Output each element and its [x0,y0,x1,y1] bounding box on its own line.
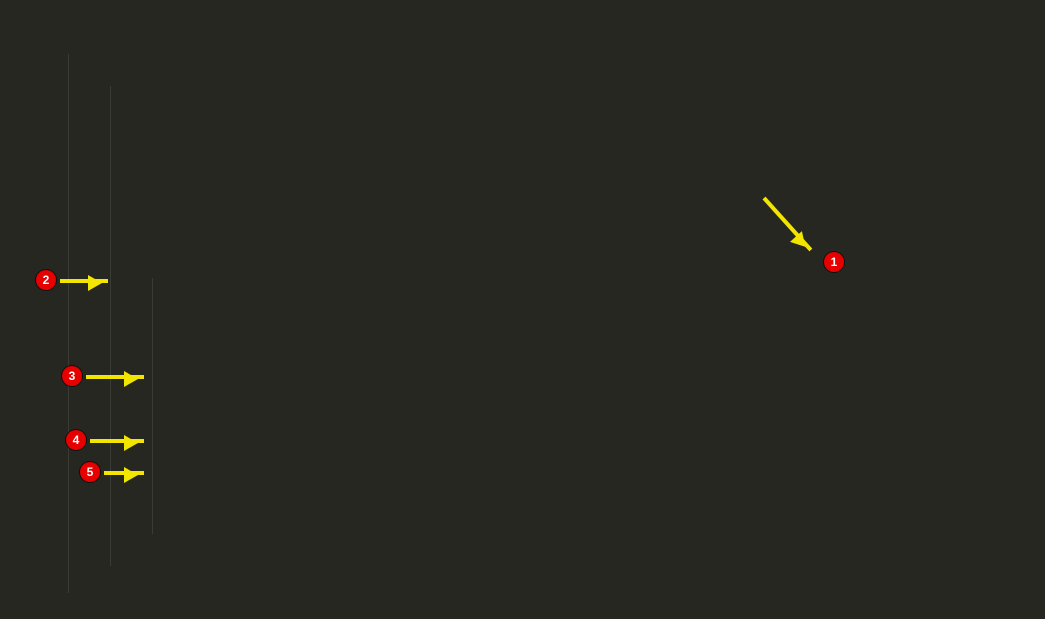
callout-badge-3: 3 [62,366,82,386]
arrow-3 [86,375,144,379]
arrow-5 [104,471,144,475]
callout-badge-2: 2 [36,270,56,290]
callout-badge-5: 5 [80,462,100,482]
code-editor: 1 2 3 4 5 <!DOCTYPE html> <html> <head> … [0,0,1045,619]
arrow-1 [763,197,813,252]
callout-badge-4: 4 [66,430,86,450]
arrow-4 [90,439,144,443]
callout-badge-1: 1 [824,252,844,272]
arrow-2 [60,279,108,283]
